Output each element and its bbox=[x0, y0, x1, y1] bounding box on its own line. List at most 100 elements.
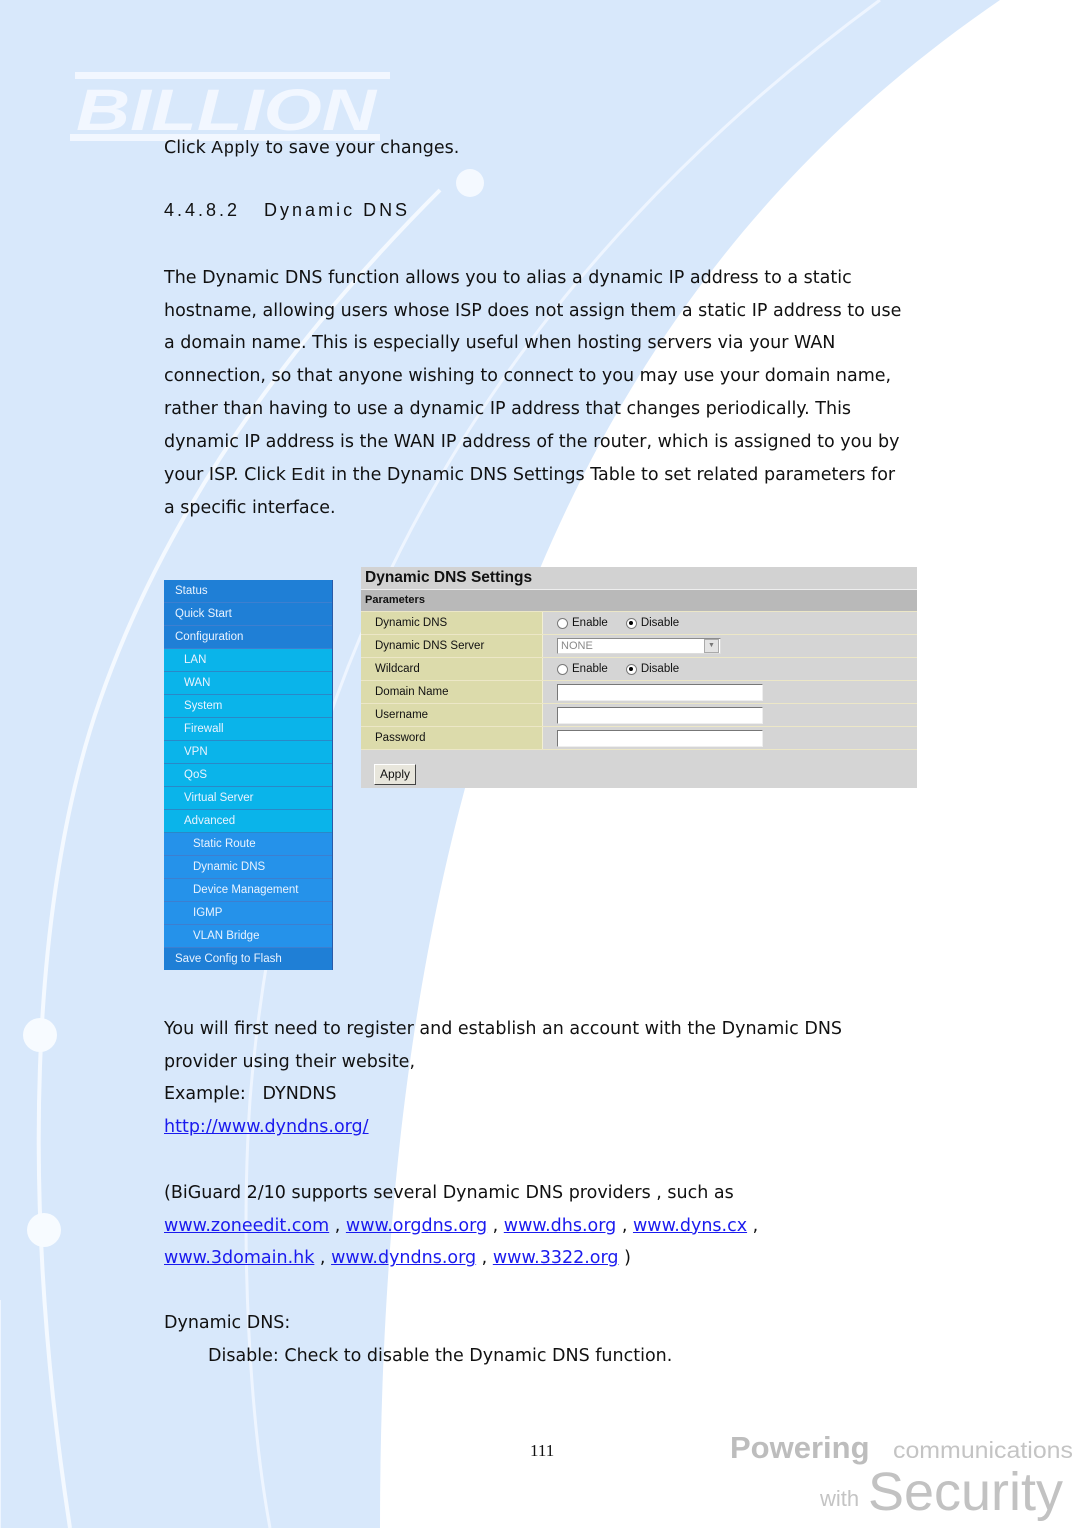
separator: , bbox=[329, 1215, 346, 1236]
powering-security-logo: Powering communications with Security bbox=[730, 1430, 1073, 1522]
providers-intro: (BiGuard 2/10 supports several Dynamic D… bbox=[164, 1183, 734, 1203]
desc-line: hostname, allowing users whose ISP does … bbox=[164, 300, 902, 321]
field-title: Dynamic DNS: bbox=[164, 1313, 291, 1333]
nav-item-igmp[interactable]: IGMP bbox=[164, 902, 332, 925]
field-disable-desc: Disable: Check to disable the Dynamic DN… bbox=[208, 1345, 673, 1366]
desc-prefix: your ISP. Click bbox=[164, 465, 292, 486]
wildcard-disable-radio[interactable]: Disable bbox=[625, 658, 680, 680]
dynamic-dns-enable-radio[interactable]: Enable bbox=[557, 612, 608, 634]
router-sidebar-nav: Status Quick Start Configuration LAN WAN… bbox=[164, 580, 333, 970]
nav-item-firewall[interactable]: Firewall bbox=[164, 718, 332, 741]
section-heading: 4.4.8.2 Dynamic DNS bbox=[164, 200, 411, 220]
nav-item-vpn[interactable]: VPN bbox=[164, 741, 332, 764]
panel-title: Dynamic DNS Settings bbox=[361, 567, 917, 589]
row-wildcard: Wildcard Enable Disable bbox=[361, 657, 917, 680]
radio-on-icon bbox=[625, 617, 637, 629]
dns-server-select[interactable]: NONE ▼ bbox=[557, 638, 721, 654]
label-domain-name: Domain Name bbox=[361, 681, 543, 703]
footer-with: with bbox=[819, 1486, 859, 1511]
select-value: NONE bbox=[561, 640, 593, 652]
nav-item-save-config[interactable]: Save Config to Flash bbox=[164, 948, 332, 970]
description-paragraph: The Dynamic DNS function allows you to a… bbox=[164, 262, 934, 525]
radio-label: Enable bbox=[572, 617, 608, 629]
desc-line: your ISP. Click Edit in the Dynamic DNS … bbox=[164, 458, 934, 492]
password-input[interactable] bbox=[557, 729, 763, 747]
radio-off-icon bbox=[557, 617, 568, 629]
intro-prefix: Click bbox=[164, 138, 212, 158]
label-username: Username bbox=[361, 704, 543, 726]
radio-label: Enable bbox=[572, 663, 608, 675]
desc-line: The Dynamic DNS function allows you to a… bbox=[164, 268, 852, 288]
dynamic-dns-settings-panel: Dynamic DNS Settings Parameters Dynamic … bbox=[361, 567, 917, 788]
desc-line: dynamic IP address is the WAN IP address… bbox=[164, 431, 900, 452]
apply-area: Apply bbox=[361, 749, 917, 788]
dyndns-link[interactable]: http://www.dyndns.org/ bbox=[164, 1117, 369, 1137]
provider-link-orgdns[interactable]: www.orgdns.org bbox=[346, 1216, 487, 1236]
nav-item-dynamic-dns[interactable]: Dynamic DNS bbox=[164, 856, 332, 879]
providers-paragraph: (BiGuard 2/10 supports several Dynamic D… bbox=[164, 1177, 934, 1275]
dynamic-dns-disable-radio[interactable]: Disable bbox=[625, 612, 679, 634]
radio-label: Disable bbox=[640, 663, 680, 675]
nav-item-wan[interactable]: WAN bbox=[164, 672, 332, 695]
register-paragraph: You will first need to register and esta… bbox=[164, 1013, 934, 1144]
provider-link-dyns[interactable]: www.dyns.cx bbox=[633, 1216, 747, 1236]
intro-suffix: to save your changes. bbox=[260, 138, 460, 158]
wildcard-enable-radio[interactable]: Enable bbox=[557, 658, 608, 680]
providers-line: www.3domain.hk , www.dyndns.org , www.33… bbox=[164, 1242, 934, 1275]
nav-item-lan[interactable]: LAN bbox=[164, 649, 332, 672]
apply-keyword: Apply bbox=[211, 137, 261, 157]
nav-item-virtual-server[interactable]: Virtual Server bbox=[164, 787, 332, 810]
nav-item-status[interactable]: Status bbox=[164, 580, 332, 603]
desc-line: a domain name. This is especially useful… bbox=[164, 333, 836, 354]
row-password: Password bbox=[361, 726, 917, 749]
provider-link-3domain[interactable]: www.3domain.hk bbox=[164, 1248, 314, 1268]
nav-item-qos[interactable]: QoS bbox=[164, 764, 332, 787]
nav-item-system[interactable]: System bbox=[164, 695, 332, 718]
desc-suffix: in the Dynamic DNS Settings Table to set… bbox=[325, 465, 896, 486]
provider-link-dhs[interactable]: www.dhs.org bbox=[504, 1216, 616, 1236]
nav-item-configuration[interactable]: Configuration bbox=[164, 626, 332, 649]
desc-line: a specific interface. bbox=[164, 497, 336, 518]
separator: , bbox=[314, 1248, 332, 1269]
nav-item-advanced[interactable]: Advanced bbox=[164, 810, 332, 833]
label-wildcard: Wildcard bbox=[361, 658, 543, 680]
nav-item-vlan-bridge[interactable]: VLAN Bridge bbox=[164, 925, 332, 948]
radio-on-icon bbox=[625, 663, 637, 675]
intro-line: Click Apply to save your changes. bbox=[164, 131, 459, 165]
desc-line: rather than having to use a dynamic IP a… bbox=[164, 398, 852, 419]
nav-item-quick-start[interactable]: Quick Start bbox=[164, 603, 332, 626]
separator: , bbox=[616, 1215, 633, 1236]
chevron-down-icon[interactable]: ▼ bbox=[704, 639, 719, 653]
example-line: Example: DYNDNS bbox=[164, 1084, 337, 1105]
label-dns-server: Dynamic DNS Server bbox=[361, 635, 543, 657]
page-number: 111 bbox=[530, 1441, 555, 1460]
label-dynamic-dns: Dynamic DNS bbox=[361, 612, 543, 634]
row-domain-name: Domain Name bbox=[361, 680, 917, 703]
provider-link-dyndns[interactable]: www.dyndns.org bbox=[331, 1248, 476, 1268]
desc-line: connection, so that anyone wishing to co… bbox=[164, 366, 892, 387]
register-line: provider using their website, bbox=[164, 1051, 416, 1072]
nav-item-device-management[interactable]: Device Management bbox=[164, 879, 332, 902]
closing-paren: ) bbox=[618, 1248, 631, 1269]
footer-communications: communications bbox=[893, 1437, 1073, 1463]
provider-link-zoneedit[interactable]: www.zoneedit.com bbox=[164, 1216, 329, 1236]
field-description: Dynamic DNS: Disable: Check to disable t… bbox=[164, 1307, 934, 1372]
edit-keyword: Edit bbox=[291, 464, 326, 485]
panel-section-header: Parameters bbox=[361, 589, 917, 611]
register-line: You will first need to register and esta… bbox=[164, 1019, 843, 1039]
providers-line: www.zoneedit.com , www.orgdns.org , www.… bbox=[164, 1210, 934, 1243]
separator: , bbox=[487, 1215, 504, 1236]
row-dynamic-dns: Dynamic DNS Enable Disable bbox=[361, 611, 917, 634]
label-password: Password bbox=[361, 727, 543, 749]
separator: , bbox=[747, 1215, 764, 1236]
username-input[interactable] bbox=[557, 706, 763, 724]
separator: , bbox=[476, 1248, 493, 1269]
provider-link-3322[interactable]: www.3322.org bbox=[493, 1248, 619, 1268]
footer-powering: Powering bbox=[730, 1430, 870, 1465]
footer-security: Security bbox=[868, 1462, 1063, 1522]
radio-off-icon bbox=[557, 663, 568, 675]
row-dns-server: Dynamic DNS Server NONE ▼ bbox=[361, 634, 917, 657]
apply-button[interactable]: Apply bbox=[374, 764, 417, 785]
nav-item-static-route[interactable]: Static Route bbox=[164, 833, 332, 856]
domain-name-input[interactable] bbox=[557, 683, 763, 701]
